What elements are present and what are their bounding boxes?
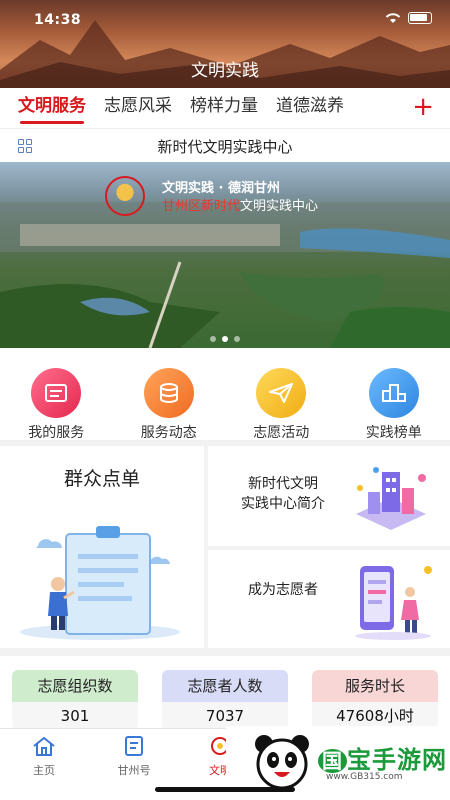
watermark-brand-text: 宝手游网 — [347, 746, 447, 774]
section-title: 新时代文明实践中心 — [157, 138, 293, 156]
intro-text: 新时代文明 实践中心简介 — [224, 474, 342, 514]
stat-service-hours[interactable]: 服务时长 47608小时 — [312, 670, 438, 730]
watermark-url: www.GB315.com — [326, 772, 403, 782]
nav-home[interactable]: 主页 — [14, 735, 74, 778]
wifi-icon — [385, 13, 401, 23]
banner-subtitle-rest: 文明实践中心 — [240, 199, 319, 214]
stats-panel: 志愿组织数 301 志愿者人数 7037 服务时长 47608小时 — [0, 656, 450, 730]
podium-icon — [368, 368, 419, 418]
banner-subtitle-highlight: 甘州区新时代 — [162, 199, 241, 214]
quick-label: 实践榜单 — [365, 425, 422, 441]
mass-order-card[interactable]: 群众点单 — [0, 446, 204, 648]
quick-actions: 我的服务 服务动态 志愿活动 实践榜单 — [0, 348, 450, 441]
quick-volunteer-activity[interactable]: 志愿活动 — [225, 348, 338, 441]
nav-label: 甘州号 — [117, 764, 151, 777]
carousel-dots — [0, 336, 450, 342]
panda-logo-icon — [255, 735, 309, 790]
city-building-illustration — [356, 467, 426, 530]
tab-role-models[interactable]: 榜样力量 — [182, 88, 266, 128]
volunteer-text: 成为志愿者 — [248, 582, 318, 598]
stat-volunteer-count[interactable]: 志愿者人数 7037 — [162, 670, 288, 730]
status-bar: 14:38 — [0, 0, 450, 36]
quick-service-news[interactable]: 服务动态 — [113, 348, 226, 441]
quick-practice-ranking[interactable]: 实践榜单 — [338, 348, 450, 441]
news-icon — [125, 736, 143, 756]
category-tabs: 文明服务 志愿风采 榜样力量 道德滋养 + — [0, 88, 450, 128]
quick-label: 我的服务 — [28, 425, 85, 441]
status-time: 14:38 — [34, 12, 82, 28]
paper-plane-icon — [256, 368, 307, 418]
watermark-brand: 国宝手游网 — [318, 740, 447, 775]
stat-volunteer-orgs[interactable]: 志愿组织数 301 — [12, 670, 138, 730]
stat-label: 志愿组织数 — [12, 670, 138, 702]
coins-icon — [143, 368, 194, 418]
civilization-logo-icon — [105, 176, 145, 216]
stat-label: 服务时长 — [312, 670, 438, 702]
become-volunteer-card[interactable]: 成为志愿者 — [208, 550, 450, 648]
stat-label: 志愿者人数 — [162, 670, 288, 702]
carousel-dot[interactable] — [234, 336, 240, 342]
banner-carousel[interactable]: 文明实践 · 德润甘州 甘州区新时代文明实践中心 — [0, 162, 450, 348]
quick-label: 服务动态 — [140, 425, 197, 441]
intro-line1: 新时代文明 — [248, 476, 318, 492]
stat-value: 301 — [12, 702, 138, 730]
section-header: 新时代文明实践中心 — [0, 128, 450, 162]
center-intro-card[interactable]: 新时代文明 实践中心简介 — [208, 446, 450, 546]
phone-volunteer-illustration — [355, 566, 432, 640]
nav-label: 主页 — [33, 764, 55, 777]
battery-icon — [408, 12, 432, 24]
home-indicator — [155, 787, 295, 792]
intro-line2: 实践中心简介 — [241, 496, 325, 512]
home-icon — [33, 736, 55, 756]
carousel-dot[interactable] — [222, 336, 228, 342]
quick-label: 志愿活动 — [253, 425, 310, 441]
banner-slogan: 文明实践 · 德润甘州 — [162, 181, 280, 196]
status-icons — [384, 12, 432, 24]
tab-volunteer-style[interactable]: 志愿风采 — [96, 88, 180, 128]
nav-ganzhou[interactable]: 甘州号 — [104, 735, 164, 778]
clipboard-illustration — [20, 526, 180, 640]
quick-my-service[interactable]: 我的服务 — [0, 348, 113, 441]
tab-moral-nourishment[interactable]: 道德滋养 — [268, 88, 352, 128]
tab-civilized-service[interactable]: 文明服务 — [10, 88, 94, 128]
header: 14:38 文明实践 — [0, 0, 450, 88]
page-title: 文明实践 — [191, 61, 259, 81]
card-title: 群众点单 — [63, 468, 140, 490]
banner-subtitle: 甘州区新时代文明实践中心 — [162, 195, 318, 214]
document-icon — [31, 368, 82, 418]
plus-icon[interactable]: + — [412, 88, 434, 126]
carousel-dot[interactable] — [210, 336, 216, 342]
